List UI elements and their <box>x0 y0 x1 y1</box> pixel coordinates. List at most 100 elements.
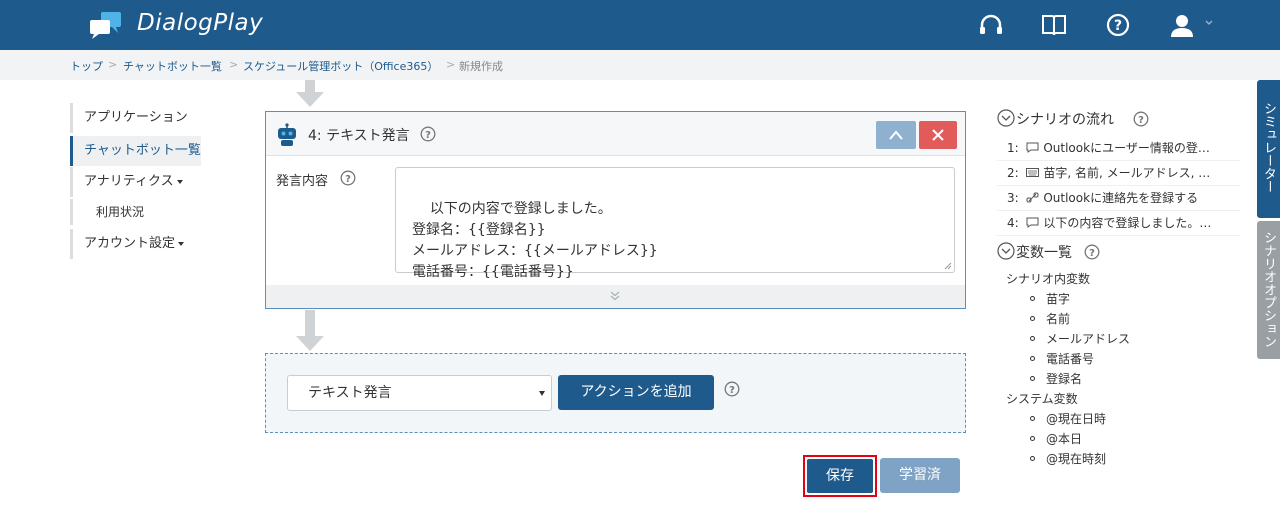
bullet-icon <box>1030 336 1035 341</box>
close-icon <box>932 129 944 141</box>
keyboard-icon <box>1025 168 1039 177</box>
scenario-variables-group: シナリオ内変数 <box>1006 272 1091 286</box>
help-icon[interactable]: ? <box>340 170 356 186</box>
svg-text:?: ? <box>729 385 735 396</box>
breadcrumb-current: 新規作成 <box>459 60 503 73</box>
dialogplay-logo-icon[interactable] <box>88 10 128 40</box>
resize-handle-icon[interactable] <box>944 262 952 270</box>
user-icon[interactable] <box>1168 12 1196 38</box>
book-icon[interactable] <box>1040 12 1068 38</box>
save-button[interactable]: 保存 <box>807 459 873 493</box>
brand-name[interactable]: DialogPlay <box>137 10 263 36</box>
scenario-step-number: 3: <box>1007 191 1019 205</box>
variables-title[interactable]: 変数一覧 <box>1016 242 1072 262</box>
save-button-highlight: 保存 <box>803 455 877 497</box>
sidebar-item-chatbot-list[interactable]: チャットボット一覧 <box>70 136 201 166</box>
simulator-tab[interactable]: シミュレーター <box>1257 80 1280 218</box>
breadcrumb-separator: > <box>108 58 118 71</box>
scenario-step-text: Outlookに連絡先を登録する <box>1043 191 1199 205</box>
breadcrumb: トップ > チャットボット一覧 > スケジュール管理ボット（Office365）… <box>0 50 1280 80</box>
scenario-step[interactable]: 3: Outlookに連絡先を登録する <box>997 186 1240 211</box>
bullet-icon <box>1030 416 1035 421</box>
scenario-options-tab-label: シナリオオプション <box>1261 231 1276 348</box>
help-icon[interactable]: ? <box>420 126 436 142</box>
action-card-title: 4: テキスト発言 <box>308 128 410 144</box>
speech-bubble-icon <box>1026 142 1039 153</box>
breadcrumb-item-top[interactable]: トップ <box>70 58 103 74</box>
headset-icon[interactable] <box>977 12 1005 38</box>
breadcrumb-item-chatbot-list[interactable]: チャットボット一覧 <box>123 58 222 74</box>
sidebar-item-label: アカウント設定 <box>84 236 176 251</box>
simulator-tab-label: シミュレーター <box>1261 102 1276 193</box>
scenario-step-number: 2: <box>1007 166 1019 180</box>
scenario-step-number: 4: <box>1007 216 1019 230</box>
scenario-step-text: 苗字, 名前, メールアドレス, … <box>1043 166 1211 180</box>
help-icon[interactable]: ? <box>1104 12 1132 38</box>
help-icon[interactable]: ? <box>1084 244 1100 260</box>
bullet-icon <box>1030 376 1035 381</box>
sidebar-item-analytics[interactable]: アナリティクス <box>70 167 183 197</box>
collapse-chevron-icon[interactable] <box>997 242 1015 260</box>
svg-text:?: ? <box>345 174 351 185</box>
bullet-icon <box>1030 456 1035 461</box>
caret-down-icon <box>176 179 183 184</box>
svg-text:?: ? <box>425 130 431 141</box>
variable-item: 登録名 <box>1046 372 1083 386</box>
scenario-options-tab[interactable]: シナリオオプション <box>1257 221 1280 359</box>
collapse-chevron-icon[interactable] <box>997 109 1015 127</box>
bullet-icon <box>1030 316 1035 321</box>
sidebar-item-label: アナリティクス <box>84 174 174 189</box>
system-variables-group: システム変数 <box>1006 392 1078 406</box>
variable-item: 苗字 <box>1046 292 1071 306</box>
action-type-selected: テキスト発言 <box>308 385 392 401</box>
sidebar-item-usage[interactable]: 利用状況 <box>70 199 144 225</box>
speech-content-textarea[interactable]: 以下の内容で登録しました。 登録名：{{登録名}} メールアドレス：{{メールア… <box>395 167 955 280</box>
action-card-header: 4: テキスト発言 ? <box>266 112 965 156</box>
expand-card-toggle[interactable] <box>266 285 965 308</box>
breadcrumb-separator: > <box>229 58 239 71</box>
learned-button[interactable]: 学習済 <box>880 458 960 493</box>
svg-text:?: ? <box>1114 18 1122 34</box>
svg-text:?: ? <box>1138 115 1144 126</box>
variable-item: @本日 <box>1046 432 1083 446</box>
action-card: 4: テキスト発言 ? 発言内容 ? 以下の内容で登録しました。 登録名：{{登… <box>265 111 966 309</box>
top-bar: DialogPlay ? <box>0 0 1280 50</box>
speech-content-label: 発言内容 <box>276 174 329 189</box>
sidebar-item-applications[interactable]: アプリケーション <box>70 103 188 133</box>
scenario-step-number: 1: <box>1007 141 1019 155</box>
delete-action-button[interactable] <box>919 121 957 149</box>
breadcrumb-separator: > <box>446 58 456 71</box>
flow-arrow-icon <box>296 310 324 351</box>
help-icon[interactable]: ? <box>724 381 740 397</box>
sidebar-item-label: アプリケーション <box>84 110 188 125</box>
double-chevron-down-icon <box>610 291 620 301</box>
variable-item: @現在時刻 <box>1046 452 1107 466</box>
svg-text:?: ? <box>1089 248 1095 259</box>
action-type-select[interactable]: テキスト発言 <box>287 375 552 411</box>
variable-item: メールアドレス <box>1046 332 1131 346</box>
bullet-icon <box>1030 436 1035 441</box>
variable-item: 電話番号 <box>1046 352 1095 366</box>
variable-item: @現在日時 <box>1046 412 1107 426</box>
chevron-up-icon <box>889 130 903 140</box>
variable-item: 名前 <box>1046 312 1071 326</box>
caret-down-icon <box>178 241 185 246</box>
scenario-step[interactable]: 4: 以下の内容で登録しました。… <box>997 211 1240 236</box>
move-up-button[interactable] <box>876 121 916 149</box>
scenario-step[interactable]: 1: Outlookにユーザー情報の登… <box>997 136 1240 161</box>
speech-bubble-icon <box>1026 217 1039 228</box>
scenario-flow-title[interactable]: シナリオの流れ <box>1016 109 1114 129</box>
flow-arrow-icon <box>296 80 324 107</box>
sidebar-item-label: 利用状況 <box>96 205 145 219</box>
breadcrumb-item-schedule-bot[interactable]: スケジュール管理ボット（Office365） <box>243 58 438 74</box>
caret-down-icon <box>539 391 545 396</box>
chevron-down-icon[interactable] <box>1204 18 1214 28</box>
sidebar-item-account-settings[interactable]: アカウント設定 <box>70 229 185 259</box>
help-icon[interactable]: ? <box>1133 111 1149 127</box>
scenario-step[interactable]: 2: 苗字, 名前, メールアドレス, … <box>997 161 1240 186</box>
add-action-panel: テキスト発言 アクションを追加 ? <box>265 353 966 433</box>
link-icon <box>1026 192 1039 203</box>
bullet-icon <box>1030 296 1035 301</box>
add-action-button[interactable]: アクションを追加 <box>558 375 714 410</box>
speech-content-text: 以下の内容で登録しました。 登録名：{{登録名}} メールアドレス：{{メールア… <box>412 201 658 280</box>
